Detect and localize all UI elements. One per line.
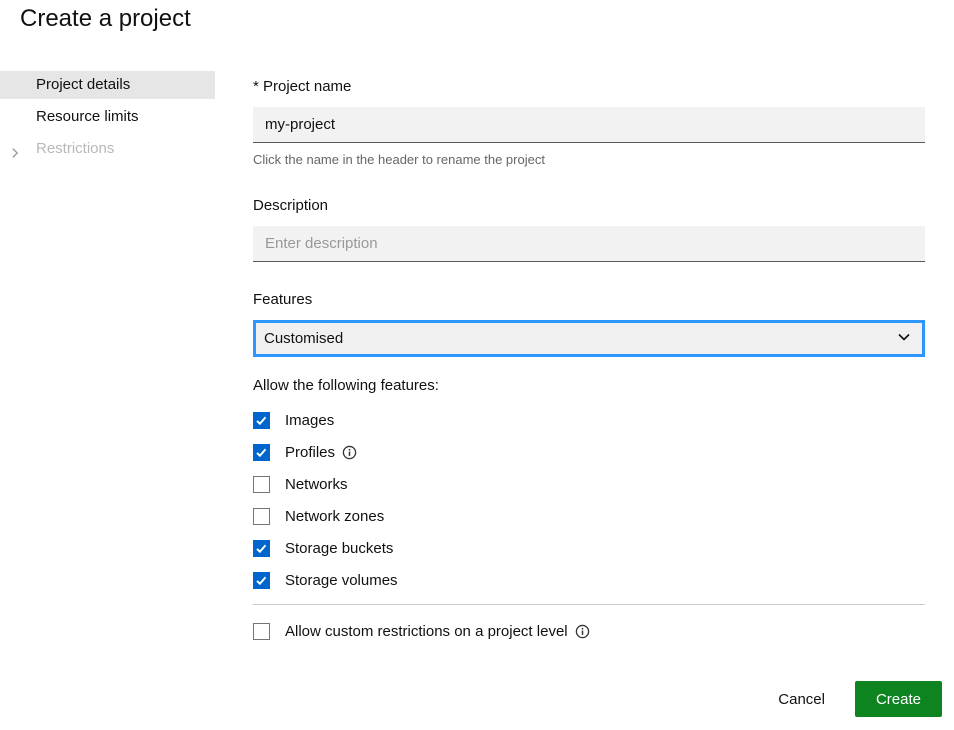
checkbox-label: Images bbox=[285, 412, 334, 429]
create-button[interactable]: Create bbox=[855, 681, 942, 717]
profiles-checkbox[interactable] bbox=[253, 444, 270, 461]
cancel-button[interactable]: Cancel bbox=[778, 691, 825, 708]
custom-restrictions-row: Allow custom restrictions on a project l… bbox=[253, 619, 925, 643]
networks-checkbox[interactable] bbox=[253, 476, 270, 493]
features-select-value: Customised bbox=[264, 330, 343, 347]
checkbox-label: Network zones bbox=[285, 508, 384, 525]
page-title: Create a project bbox=[0, 0, 954, 34]
feature-row-network-zones: Network zones bbox=[253, 504, 925, 528]
description-label: Description bbox=[253, 196, 925, 216]
description-field: Description bbox=[253, 196, 925, 262]
feature-row-storage-buckets: Storage buckets bbox=[253, 536, 925, 560]
checkbox-label: Profiles bbox=[285, 444, 335, 461]
checkbox-label: Storage buckets bbox=[285, 540, 393, 557]
checkbox-label: Allow custom restrictions on a project l… bbox=[285, 623, 568, 640]
sidebar-item-project-details[interactable]: Project details bbox=[0, 71, 215, 99]
custom-restrictions-checkbox[interactable] bbox=[253, 623, 270, 640]
info-icon[interactable] bbox=[575, 624, 590, 639]
network-zones-checkbox[interactable] bbox=[253, 508, 270, 525]
project-name-label: * Project name bbox=[253, 77, 925, 97]
project-name-field: * Project name Click the name in the hea… bbox=[253, 77, 925, 169]
modal-body: Project details Resource limits Restrict… bbox=[0, 71, 954, 651]
sidebar-item-label: Resource limits bbox=[36, 108, 139, 125]
description-input[interactable] bbox=[253, 226, 925, 262]
feature-row-networks: Networks bbox=[253, 472, 925, 496]
features-select[interactable]: Customised bbox=[253, 320, 925, 357]
features-label: Features bbox=[253, 290, 925, 310]
chevron-down-icon bbox=[896, 329, 912, 349]
storage-volumes-checkbox[interactable] bbox=[253, 572, 270, 589]
modal-footer: Cancel Create bbox=[0, 681, 954, 717]
divider bbox=[253, 604, 925, 605]
sidebar-item-label: Project details bbox=[36, 76, 130, 93]
checkbox-label: Storage volumes bbox=[285, 572, 398, 589]
sidebar-item-label: Restrictions bbox=[36, 140, 114, 157]
checkbox-label: Networks bbox=[285, 476, 348, 493]
feature-row-storage-volumes: Storage volumes bbox=[253, 568, 925, 592]
storage-buckets-checkbox[interactable] bbox=[253, 540, 270, 557]
form-sidebar: Project details Resource limits Restrict… bbox=[0, 71, 215, 651]
feature-row-images: Images bbox=[253, 408, 925, 432]
chevron-right-icon bbox=[8, 142, 22, 156]
project-form: * Project name Click the name in the hea… bbox=[253, 71, 925, 651]
project-name-input[interactable] bbox=[253, 107, 925, 143]
sidebar-item-restrictions[interactable]: Restrictions bbox=[0, 135, 215, 163]
project-name-help: Click the name in the header to rename t… bbox=[253, 151, 925, 169]
features-group-heading: Allow the following features: bbox=[253, 376, 925, 396]
info-icon[interactable] bbox=[342, 445, 357, 460]
feature-row-profiles: Profiles bbox=[253, 440, 925, 464]
images-checkbox[interactable] bbox=[253, 412, 270, 429]
sidebar-item-resource-limits[interactable]: Resource limits bbox=[0, 103, 215, 131]
